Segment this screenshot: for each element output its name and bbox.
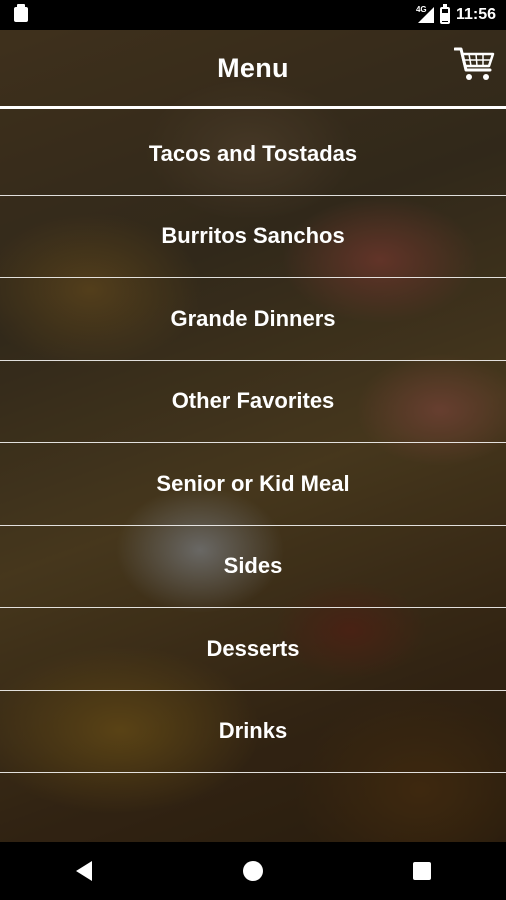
menu-item-label: Sides	[223, 553, 283, 579]
shopping-cart-icon[interactable]	[453, 46, 496, 82]
back-triangle-icon	[76, 861, 93, 881]
app-header: Menu	[0, 30, 506, 106]
network-type: 4G	[415, 5, 427, 14]
menu-item-label: Other Favorites	[171, 388, 335, 414]
menu-item-label: Desserts	[206, 635, 300, 661]
recents-square-icon	[412, 862, 431, 880]
status-time: 11:56	[455, 6, 496, 23]
header-divider	[0, 106, 506, 109]
menu-item-desserts[interactable]: Desserts	[0, 608, 506, 691]
menu-item-label: Burritos Sanchos	[161, 223, 345, 249]
menu-item-label: Senior or Kid Meal	[156, 470, 350, 496]
system-navigation-bar	[0, 842, 506, 900]
menu-item-other-favorites[interactable]: Other Favorites	[0, 361, 506, 443]
status-bar: 4G 11:56	[0, 0, 506, 30]
menu-item-senior-or-kid-meal[interactable]: Senior or Kid Meal	[0, 443, 506, 526]
menu-item-sides[interactable]: Sides	[0, 526, 506, 608]
menu-item-label: Tacos and Tostadas	[148, 140, 358, 166]
home-circle-icon	[242, 861, 263, 881]
menu-item-tacos-and-tostadas[interactable]: Tacos and Tostadas	[0, 113, 506, 196]
menu-item-burritos-sanchos[interactable]: Burritos Sanchos	[0, 196, 506, 278]
home-button[interactable]	[223, 851, 283, 891]
signal-icon: 4G	[415, 5, 434, 23]
menu-item-grande-dinners[interactable]: Grande Dinners	[0, 278, 506, 361]
back-button[interactable]	[54, 851, 114, 891]
sd-card-icon	[14, 4, 28, 22]
battery-icon	[439, 3, 450, 24]
recents-button[interactable]	[392, 851, 452, 891]
menu-list: Tacos and Tostadas Burritos Sanchos Gran…	[0, 113, 506, 773]
menu-item-label: Grande Dinners	[170, 305, 336, 331]
menu-item-label: Drinks	[218, 718, 288, 744]
page-title: Menu	[217, 52, 289, 83]
menu-item-drinks[interactable]: Drinks	[0, 691, 506, 773]
